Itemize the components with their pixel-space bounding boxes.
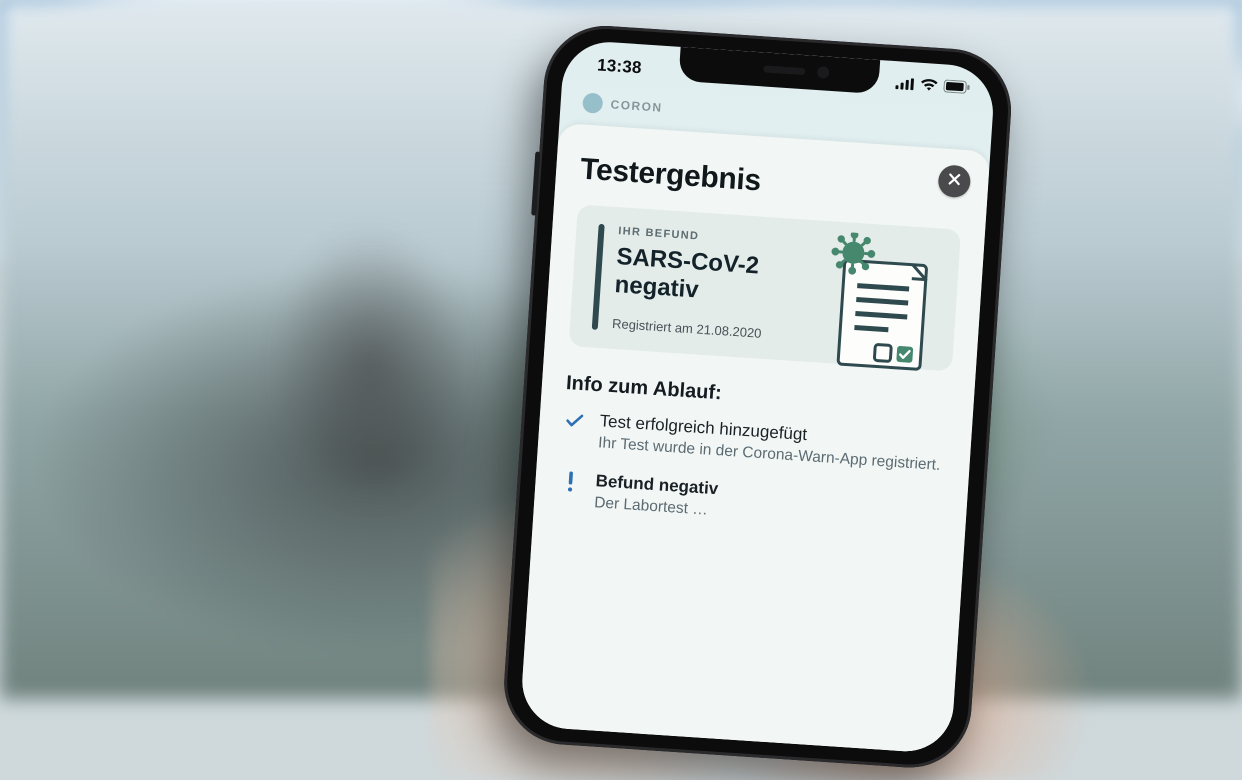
panel-title: Testergebnis bbox=[579, 153, 964, 212]
info-item: Test erfolgreich hinzugefügt Ihr Test wu… bbox=[562, 409, 948, 477]
result-registered-date: 21.08.2020 bbox=[696, 321, 762, 340]
result-document-icon bbox=[815, 231, 944, 379]
result-registered-prefix: Registriert am bbox=[612, 316, 694, 336]
info-item: Befund negativ Der Labortest … bbox=[558, 469, 944, 537]
screen: 13:38 bbox=[519, 39, 996, 754]
app-brand-partial: CORON bbox=[610, 97, 663, 114]
wifi-icon bbox=[920, 78, 938, 92]
result-status-line2: negativ bbox=[614, 271, 700, 304]
test-result-panel: Testergebnis IHR BEFUND SARS-CoV-2 negat… bbox=[519, 123, 990, 754]
result-accent-bar bbox=[592, 224, 605, 330]
statusbar-time: 13:38 bbox=[597, 55, 643, 78]
close-icon bbox=[948, 173, 961, 190]
statusbar-icons bbox=[895, 76, 971, 94]
battery-icon bbox=[943, 79, 971, 94]
exclamation-icon bbox=[558, 469, 583, 513]
check-icon bbox=[562, 409, 587, 453]
result-registered: Registriert am 21.08.2020 bbox=[612, 316, 850, 347]
result-status: SARS-CoV-2 negativ bbox=[614, 243, 855, 315]
app-logo-icon bbox=[582, 93, 603, 114]
virus-icon bbox=[832, 231, 875, 274]
phone: 13:38 bbox=[500, 22, 1015, 771]
cellular-signal-icon bbox=[895, 77, 915, 90]
result-card[interactable]: IHR BEFUND SARS-CoV-2 negativ Registrier… bbox=[569, 204, 962, 371]
